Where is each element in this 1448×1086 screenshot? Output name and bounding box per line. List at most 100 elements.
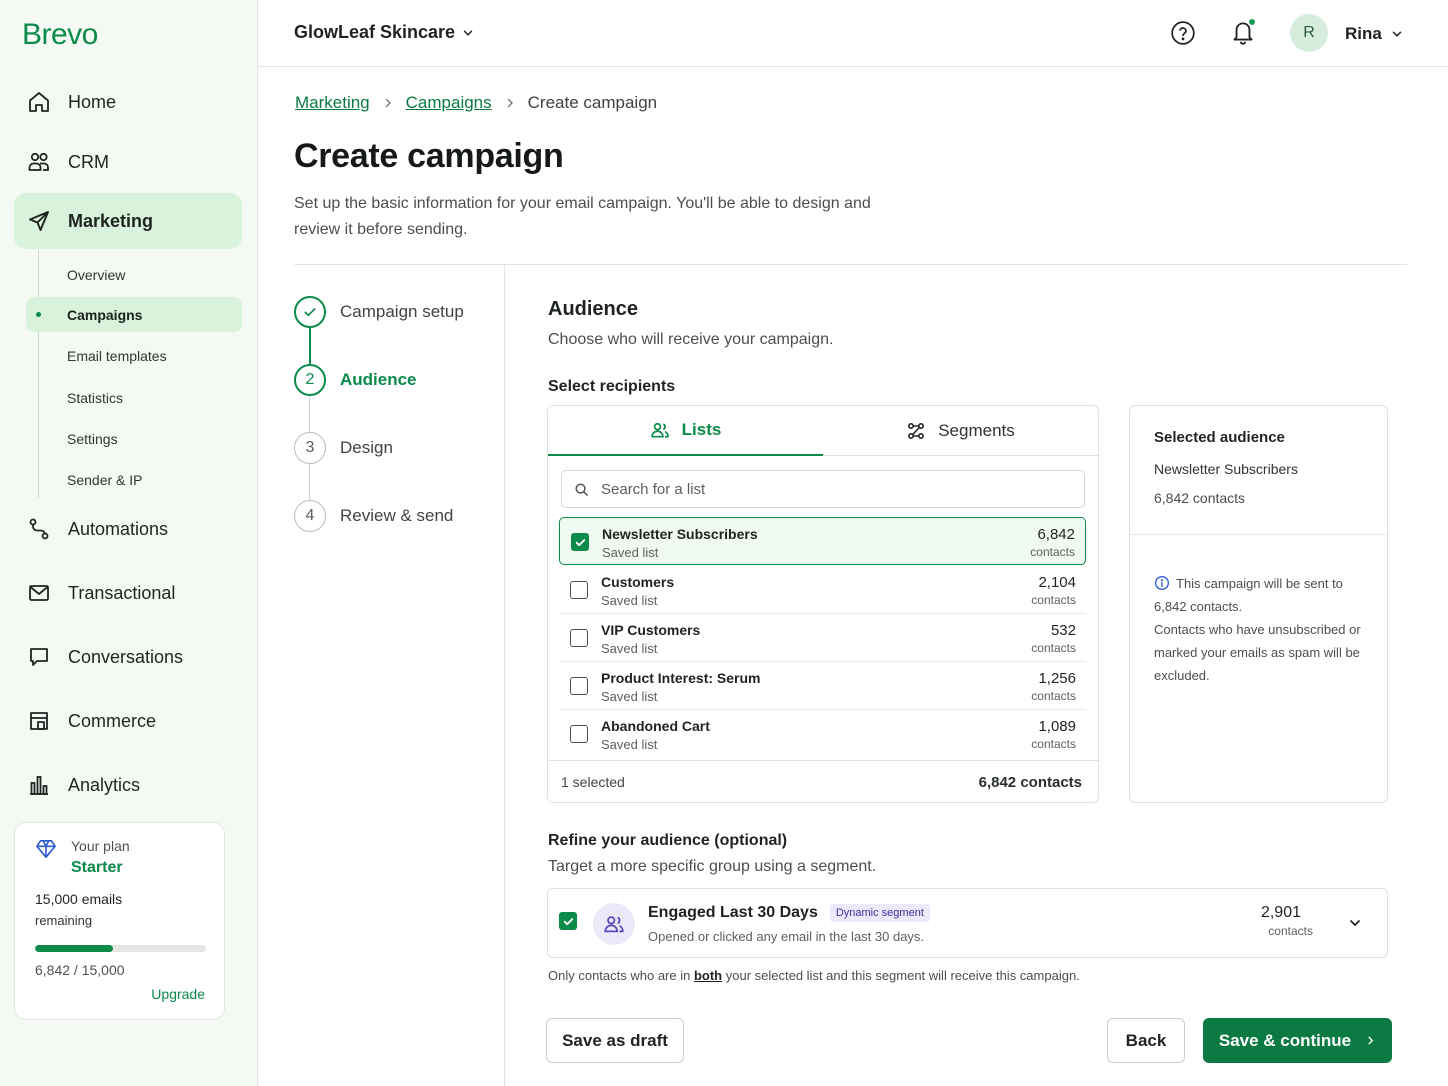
subnav-campaigns[interactable]: Campaigns — [26, 297, 242, 332]
list-count: 1,256 — [1038, 670, 1076, 687]
segment-description: Opened or clicked any email in the last … — [648, 929, 925, 944]
step-campaign-setup[interactable]: Campaign setup — [294, 296, 464, 328]
help-icon[interactable] — [1170, 20, 1196, 46]
bell-icon[interactable] — [1230, 18, 1256, 46]
segment-title: Engaged Last 30 Days Dynamic segment — [648, 904, 930, 922]
avatar[interactable]: R — [1290, 14, 1328, 52]
checkbox[interactable] — [570, 725, 588, 743]
subnav-overview[interactable]: Overview — [26, 257, 242, 292]
nav-analytics-label: Analytics — [68, 774, 141, 795]
search-input[interactable] — [601, 480, 1041, 498]
user-menu[interactable]: Rina — [1345, 24, 1404, 44]
list-count: 2,104 — [1038, 574, 1076, 591]
users-icon — [26, 149, 52, 175]
topbar: GlowLeaf Skincare R Rina — [258, 0, 1448, 67]
page-title: Create campaign — [294, 137, 564, 175]
nav-transactional[interactable]: Transactional — [14, 567, 242, 619]
check-icon — [294, 296, 326, 328]
save-continue-button[interactable]: Save & continue — [1203, 1018, 1392, 1063]
segment-note-emphasis: both — [693, 968, 723, 983]
list-count: 532 — [1050, 622, 1076, 639]
list-item[interactable]: Customers Saved list 2,104 contacts — [559, 566, 1086, 614]
user-name: Rina — [1345, 24, 1382, 43]
segment-tag: Dynamic segment — [829, 904, 930, 922]
section-description: Choose who will receive your campaign. — [548, 331, 834, 348]
nav-conversations-label: Conversations — [68, 646, 184, 667]
nav-commerce[interactable]: Commerce — [14, 695, 242, 747]
step-label: Design — [340, 438, 393, 457]
nav-commerce-label: Commerce — [68, 710, 157, 731]
segment-count: 2,901 — [1260, 904, 1301, 921]
nav-analytics[interactable]: Analytics — [14, 759, 242, 811]
chevron-down-icon[interactable] — [1347, 915, 1363, 931]
plan-usage-fill — [35, 945, 113, 952]
brand-logo[interactable]: Brevo — [22, 18, 98, 52]
selected-audience-title: Selected audience — [1154, 429, 1285, 446]
list-item[interactable]: Newsletter Subscribers Saved list 6,842 … — [559, 517, 1086, 565]
checkbox[interactable] — [570, 677, 588, 695]
select-recipients-label: Select recipients — [548, 378, 676, 395]
step-design[interactable]: 3 Design — [294, 432, 393, 464]
list-count-unit: contacts — [1031, 593, 1076, 607]
plan-label: Your plan — [71, 838, 130, 854]
stepper-line — [309, 395, 310, 433]
breadcrumb: Marketing Campaigns Create campaign — [295, 93, 657, 113]
plan-emails: 15,000 emails — [35, 891, 123, 907]
list-item[interactable]: Abandoned Cart Saved list 1,089 contacts — [559, 710, 1086, 758]
section-title: Audience — [548, 298, 639, 320]
tab-lists-label: Lists — [681, 420, 722, 439]
tab-lists[interactable]: Lists — [548, 406, 823, 456]
recipients-card: Lists Segments Newsletter Subscribers Sa… — [547, 405, 1099, 803]
checkbox-checked[interactable] — [559, 912, 577, 930]
audience-note-line1: This campaign will be sent to 6,842 cont… — [1154, 576, 1343, 614]
segment-card[interactable]: Engaged Last 30 Days Dynamic segment Ope… — [547, 888, 1388, 958]
tab-segments[interactable]: Segments — [823, 406, 1098, 456]
step-review-send[interactable]: 4 Review & send — [294, 500, 453, 532]
list-count: 1,089 — [1038, 718, 1076, 735]
subnav-settings[interactable]: Settings — [26, 421, 242, 456]
breadcrumb-campaigns[interactable]: Campaigns — [406, 93, 492, 113]
back-button[interactable]: Back — [1107, 1018, 1185, 1063]
checkbox[interactable] — [570, 581, 588, 599]
store-icon — [26, 708, 52, 734]
step-label: Review & send — [340, 506, 454, 525]
recipient-tabs: Lists Segments — [548, 406, 1098, 456]
bar-chart-icon — [26, 772, 52, 798]
step-audience[interactable]: 2 Audience — [294, 364, 417, 396]
upgrade-link[interactable]: Upgrade — [151, 986, 205, 1002]
chevron-right-icon — [382, 97, 394, 109]
list-item[interactable]: VIP Customers Saved list 532 contacts — [559, 614, 1086, 662]
breadcrumb-marketing[interactable]: Marketing — [295, 93, 370, 113]
breadcrumb-current: Create campaign — [527, 93, 658, 112]
nav-transactional-label: Transactional — [68, 582, 176, 603]
chevron-right-icon — [1365, 1035, 1376, 1046]
list-count-unit: contacts — [1031, 689, 1076, 703]
checkbox[interactable] — [570, 629, 588, 647]
subnav-statistics[interactable]: Statistics — [26, 380, 242, 415]
selected-audience-count: 6,842 contacts — [1154, 490, 1246, 506]
list-item[interactable]: Product Interest: Serum Saved list 1,256… — [559, 662, 1086, 710]
list-count-unit: contacts — [1030, 545, 1075, 559]
users-icon — [650, 420, 670, 440]
list-name: VIP Customers — [601, 622, 701, 638]
save-draft-button[interactable]: Save as draft — [546, 1018, 684, 1063]
checkbox-checked[interactable] — [571, 533, 589, 551]
list-count: 6,842 — [1037, 526, 1075, 543]
nav-home[interactable]: Home — [14, 76, 242, 128]
nav-marketing[interactable]: Marketing — [14, 193, 242, 249]
subnav-campaigns-label: Campaigns — [67, 306, 143, 323]
notification-badge — [1248, 18, 1256, 26]
chevron-right-icon — [504, 97, 516, 109]
list-search[interactable] — [561, 470, 1085, 508]
plan-usage-text: 6,842 / 15,000 — [35, 962, 125, 978]
subnav-email-templates[interactable]: Email templates — [26, 338, 242, 373]
workspace-switcher[interactable]: GlowLeaf Skincare — [294, 22, 475, 43]
nav-conversations[interactable]: Conversations — [14, 631, 242, 683]
mail-icon — [26, 580, 52, 606]
subnav-sender-ip[interactable]: Sender & IP — [26, 462, 242, 497]
plan-card: Your plan Starter 15,000 emails remainin… — [14, 822, 225, 1020]
nav-crm[interactable]: CRM — [14, 136, 242, 188]
save-continue-label: Save & continue — [1218, 1030, 1352, 1050]
step-number: 3 — [294, 432, 326, 464]
nav-automations[interactable]: Automations — [14, 503, 242, 555]
